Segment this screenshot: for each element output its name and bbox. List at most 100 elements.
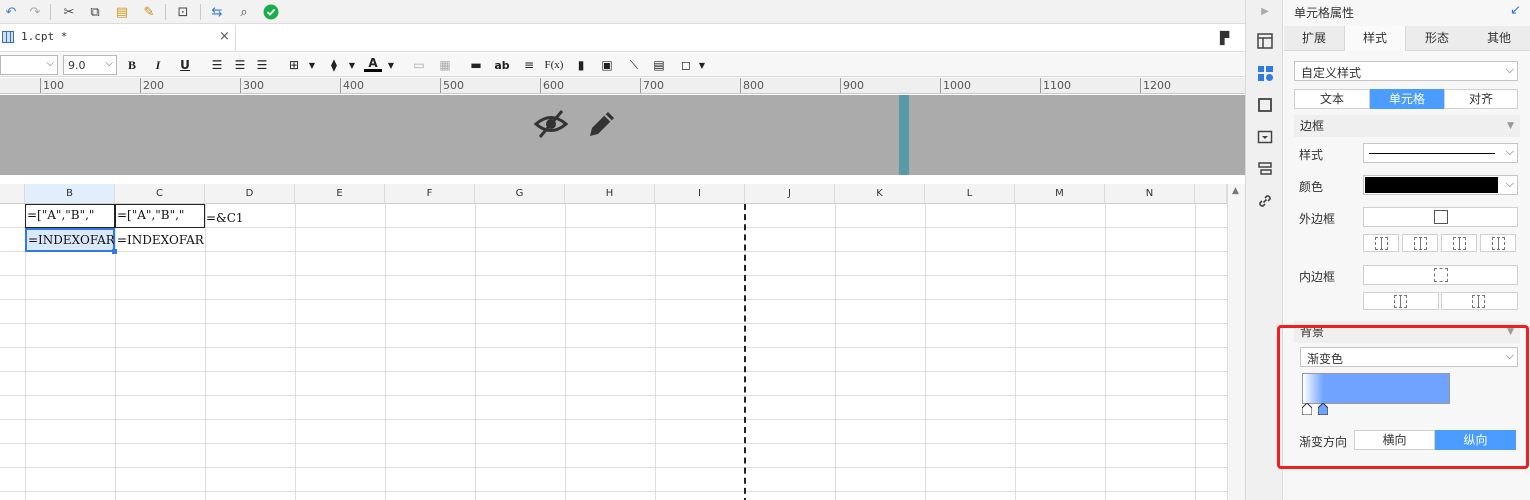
inner-horizontal-button[interactable] — [1363, 292, 1439, 310]
unmerge-cells-icon[interactable]: ▦ — [436, 56, 454, 74]
font-size-select[interactable]: 9.0 ⌵ — [63, 55, 117, 75]
collapse-toolbar-icon[interactable]: ▛ — [1220, 31, 1229, 45]
tab-style[interactable]: 样式 — [1344, 26, 1406, 51]
insert-row-icon[interactable]: ▬ — [467, 56, 485, 74]
layout-icon[interactable] — [1256, 32, 1274, 50]
page-boundary-marker[interactable] — [899, 95, 909, 175]
border-style-select[interactable]: ⌵ — [1363, 143, 1518, 163]
column-header[interactable]: E — [295, 184, 385, 204]
cell-b1[interactable]: =["A","B"," — [25, 204, 115, 228]
tab-file[interactable]: 1.cpt * × — [0, 25, 236, 51]
pencil-icon[interactable] — [586, 108, 618, 143]
column-header[interactable]: H — [565, 184, 655, 204]
chevron-down-icon[interactable]: ▼ — [303, 56, 321, 74]
merge-cells-icon[interactable]: ▭ — [410, 56, 428, 74]
border-color-select[interactable]: ⌵ — [1363, 175, 1518, 195]
subtab-text[interactable]: 文本 — [1294, 89, 1370, 109]
switch-icon[interactable]: ⇆ — [208, 3, 226, 21]
row-header-corner[interactable] — [0, 184, 25, 204]
column-header[interactable]: I — [655, 184, 745, 204]
cell-c2-text[interactable]: =INDEXOFARR — [117, 233, 204, 247]
list-icon[interactable]: ≡ — [520, 56, 538, 74]
column-header[interactable]: B — [25, 184, 115, 204]
dropdown-widget-icon[interactable] — [1256, 128, 1274, 146]
panel-tabs: 扩展 样式 形态 其他 — [1284, 26, 1530, 51]
expand-panel-icon[interactable]: ▶ — [1256, 2, 1274, 20]
panel-title: 单元格属性 — [1294, 6, 1355, 20]
border-right-button[interactable] — [1402, 234, 1438, 252]
text-icon[interactable]: ab — [493, 56, 511, 74]
format-painter-icon[interactable]: ✎ — [140, 3, 158, 21]
fill-handle[interactable] — [112, 249, 117, 254]
border-icon[interactable]: ⊞ — [285, 56, 303, 74]
preview-icon[interactable]: ⌕ — [235, 3, 253, 21]
column-line — [655, 204, 656, 500]
widget-frame-icon[interactable] — [1256, 96, 1274, 114]
check-icon[interactable] — [262, 3, 280, 21]
template-icon[interactable]: ⊡ — [174, 3, 192, 21]
align-left-icon[interactable]: ☰ — [208, 56, 226, 74]
inner-vertical-button[interactable] — [1441, 292, 1518, 310]
chevron-down-icon[interactable]: ▼ — [693, 56, 711, 74]
border-section-header[interactable]: 边框 ▼ — [1294, 115, 1520, 137]
chevron-down-icon[interactable]: ▼ — [382, 56, 400, 74]
copy-icon[interactable]: ⧉ — [86, 3, 104, 21]
scroll-up-icon[interactable]: ▲ — [1232, 186, 1239, 196]
column-header[interactable] — [1195, 184, 1227, 204]
border-bottom-button[interactable] — [1480, 234, 1516, 252]
image-icon[interactable]: ▣ — [598, 56, 616, 74]
column-header[interactable]: C — [115, 184, 205, 204]
column-header[interactable]: M — [1015, 184, 1105, 204]
subtab-align[interactable]: 对齐 — [1444, 89, 1518, 109]
cell-attributes-icon[interactable] — [1256, 64, 1274, 82]
outer-border-all-button[interactable] — [1363, 207, 1518, 227]
chevron-down-icon: ⌵ — [46, 58, 54, 69]
column-header[interactable]: J — [745, 184, 835, 204]
tab-form[interactable]: 形态 — [1406, 26, 1468, 51]
formula-icon[interactable]: F(x) — [545, 56, 564, 74]
dock-arrow-icon[interactable]: ↙ — [1510, 3, 1521, 18]
redo-icon[interactable]: ↷ — [26, 3, 44, 21]
column-header[interactable]: G — [475, 184, 565, 204]
align-center-icon[interactable]: ☰ — [231, 56, 249, 74]
align-right-icon[interactable]: ☰ — [253, 56, 271, 74]
border-top-button[interactable] — [1441, 234, 1477, 252]
condition-icon[interactable] — [1256, 160, 1274, 178]
undo-icon[interactable]: ↶ — [2, 3, 20, 21]
fill-color-icon[interactable]: ⧫ — [325, 56, 343, 74]
style-select[interactable]: 自定义样式 ⌵ — [1294, 61, 1518, 81]
column-header[interactable]: F — [385, 184, 475, 204]
slash-icon[interactable]: ⟍ — [625, 56, 643, 74]
column-header[interactable]: D — [205, 184, 295, 204]
border-inner-horizontal-icon — [1394, 295, 1407, 308]
tab-other[interactable]: 其他 — [1468, 26, 1530, 51]
underline-button[interactable]: U — [176, 56, 194, 74]
chevron-down-icon[interactable]: ▼ — [343, 56, 361, 74]
eye-slash-icon[interactable] — [533, 109, 569, 142]
column-header[interactable]: N — [1105, 184, 1195, 204]
subtab-cell[interactable]: 单元格 — [1370, 89, 1444, 109]
sub-report-icon[interactable]: ▤ — [650, 56, 668, 74]
tab-expand[interactable]: 扩展 — [1284, 26, 1344, 51]
vertical-scrollbar[interactable]: ▲ — [1227, 184, 1245, 500]
bold-button[interactable]: B — [123, 56, 141, 74]
close-icon[interactable]: × — [219, 29, 230, 44]
spreadsheet-grid[interactable]: B C D E F G H I J K L M N =["A","B"," =[… — [0, 184, 1227, 500]
cell-b2-selected[interactable]: =INDEXOFARR — [25, 228, 117, 254]
inner-border-all-button[interactable] — [1363, 265, 1518, 285]
row-line — [0, 371, 1227, 372]
cut-icon[interactable]: ✂ — [60, 3, 78, 21]
font-color-button[interactable]: A — [364, 56, 382, 72]
column-header[interactable]: K — [835, 184, 925, 204]
font-family-select[interactable]: ⌵ — [0, 55, 58, 75]
link-icon[interactable] — [1256, 192, 1274, 210]
ruler-tick: 1000 — [940, 78, 971, 93]
chart-icon[interactable]: ▮ — [572, 56, 590, 74]
row-line — [0, 467, 1227, 468]
italic-button[interactable]: I — [149, 56, 167, 74]
paste-icon[interactable]: ▤ — [113, 3, 131, 21]
border-left-button[interactable] — [1363, 234, 1399, 252]
cell-d1-text[interactable]: =&C1 — [206, 211, 244, 225]
cell-c1[interactable]: =["A","B"," — [115, 204, 205, 228]
column-header[interactable]: L — [925, 184, 1015, 204]
